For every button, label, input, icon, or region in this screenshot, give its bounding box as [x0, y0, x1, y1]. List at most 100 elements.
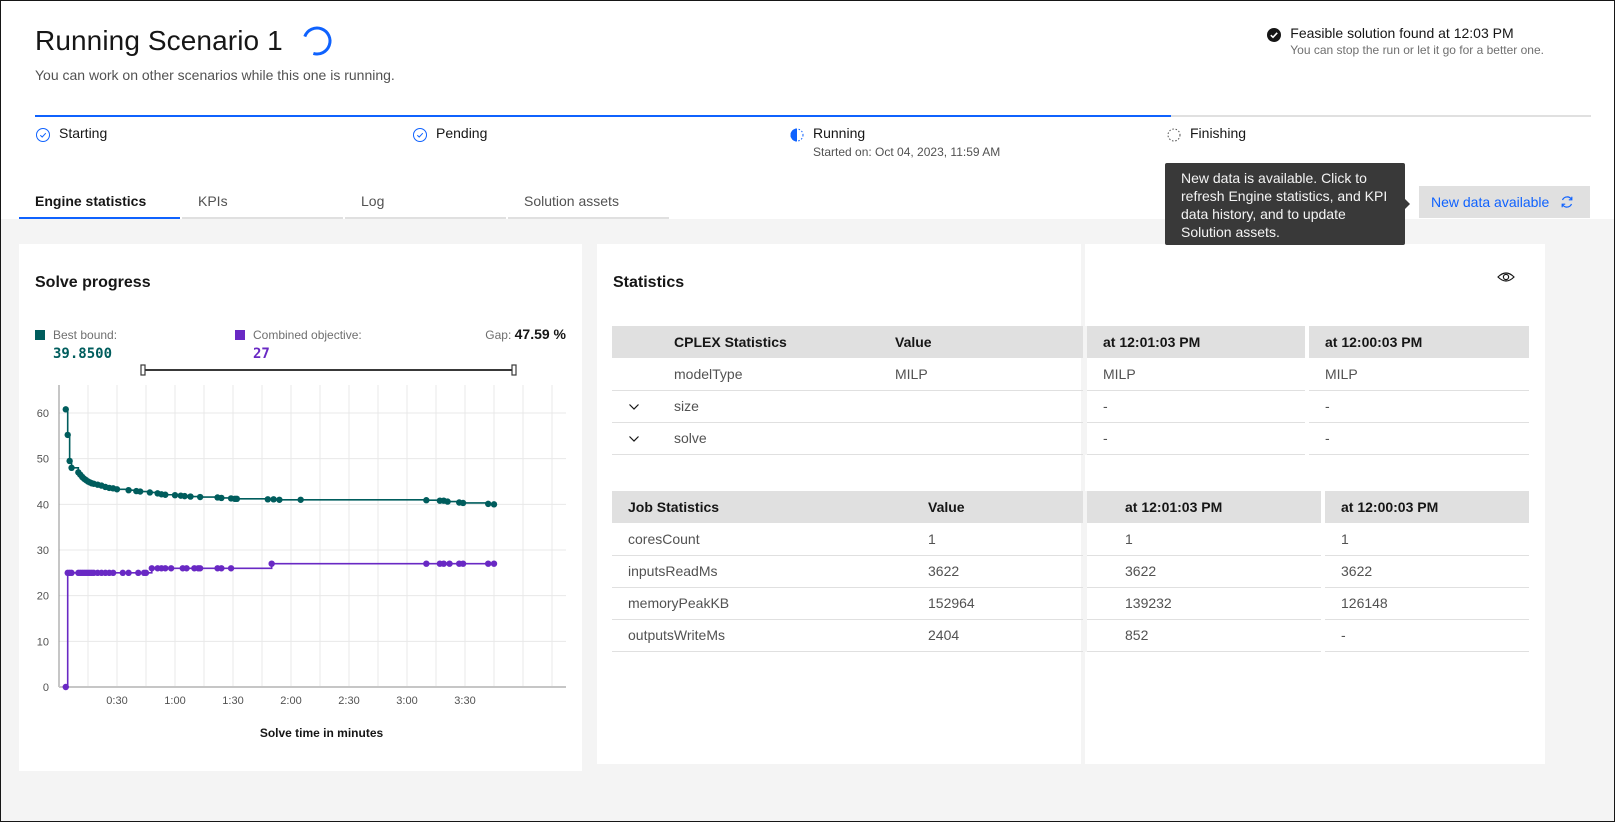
progress-step-starting: Starting [35, 125, 107, 143]
data-point-combined-objective [62, 683, 69, 691]
stat-name: memoryPeakKB [612, 587, 912, 620]
tab-log[interactable]: Log [345, 183, 506, 219]
table-row: outputsWriteMs 2404 852 - [612, 619, 1529, 652]
data-point-best-bound [444, 498, 451, 505]
data-point-combined-objective [196, 565, 204, 572]
data-point-best-bound [66, 457, 73, 465]
x-tick-label: 0:30 [106, 695, 127, 707]
stat-history-2: - [1305, 390, 1529, 423]
expand-cell[interactable] [612, 422, 658, 455]
expand-column-header [612, 326, 658, 358]
data-point-combined-objective [148, 565, 155, 572]
stat-history-2: 3622 [1321, 555, 1529, 588]
data-point-best-bound [270, 496, 277, 503]
stat-value [879, 390, 1085, 423]
statistics-title: Statistics [613, 274, 685, 291]
progress-track [35, 115, 1591, 117]
y-tick-label: 40 [37, 499, 49, 511]
step-label: Pending [436, 125, 488, 141]
data-point-best-bound [423, 497, 430, 504]
stat-history-2: - [1321, 619, 1529, 652]
y-tick-label: 60 [37, 408, 49, 420]
stat-history-2: 1 [1321, 523, 1529, 556]
stat-name: modelType [658, 358, 879, 391]
stat-history-1: 139232 [1083, 587, 1323, 620]
column-header: CPLEX Statistics [658, 326, 879, 358]
job-statistics-table: Job Statistics Value at 12:01:03 PM at 1… [612, 491, 1529, 652]
data-point-combined-objective [268, 560, 275, 567]
data-point-best-bound [459, 499, 467, 507]
column-header: Value [912, 491, 1085, 523]
tab-list: Engine statistics KPIs Log Solution asse… [19, 183, 671, 219]
expand-cell[interactable] [612, 390, 658, 423]
stat-value: 3622 [912, 555, 1085, 588]
incomplete-dashed-circle-icon [1167, 128, 1181, 142]
stat-history-1: 852 [1083, 619, 1323, 652]
table-row: inputsReadMs 3622 3622 3622 [612, 555, 1529, 588]
column-header: at 12:01:03 PM [1083, 326, 1307, 358]
stat-history-1: MILP [1083, 358, 1307, 391]
tab-solution-assets[interactable]: Solution assets [508, 183, 669, 219]
y-tick-label: 0 [43, 682, 49, 694]
stat-history-1: - [1083, 390, 1307, 423]
column-header: at 12:00:03 PM [1305, 326, 1529, 358]
data-point-combined-objective [423, 560, 430, 567]
solve-progress-chart: 0 10 20 30 40 50 60 0:30 1:00 1:30 2:00 2:30 3:00 3:3… [37, 364, 566, 740]
progress-step-finishing: Finishing [1166, 125, 1246, 143]
step-label: Starting [59, 125, 108, 141]
refresh-icon [1561, 196, 1573, 208]
column-header: at 12:01:03 PM [1083, 491, 1323, 523]
table-header-row: CPLEX Statistics Value at 12:01:03 PM at… [612, 326, 1529, 358]
new-data-tooltip: New data is available. Click to refresh … [1165, 163, 1410, 245]
notice-title: Feasible solution found at 12:03 PM [1290, 25, 1514, 41]
data-point-best-bound [196, 493, 204, 501]
stat-value: MILP [879, 358, 1085, 391]
stat-history-2: MILP [1305, 358, 1529, 391]
stat-value: 2404 [912, 619, 1085, 652]
cplex-statistics-table: CPLEX Statistics Value at 12:01:03 PM at… [612, 326, 1529, 455]
stat-name: size [658, 390, 879, 423]
x-tick-label: 1:00 [164, 695, 185, 707]
checkmark-outline-icon [36, 128, 50, 142]
page-subtitle: You can work on other scenarios while th… [35, 67, 395, 83]
step-label: Running [813, 125, 866, 141]
stat-history-1: - [1083, 422, 1307, 455]
new-data-available-button[interactable]: New data available [1419, 186, 1590, 218]
data-point-best-bound [264, 496, 271, 503]
table-row: modelType MILP MILP MILP [612, 358, 1529, 391]
stat-name: outputsWriteMs [612, 619, 912, 652]
data-point-best-bound [162, 491, 169, 498]
tab-kpis[interactable]: KPIs [182, 183, 343, 219]
data-point-combined-objective [167, 565, 175, 572]
table-row[interactable]: size - - [612, 390, 1529, 423]
y-tick-label: 20 [37, 591, 49, 603]
data-point-combined-objective [227, 565, 235, 572]
data-point-best-bound [68, 464, 75, 471]
y-tick-label: 50 [37, 454, 49, 466]
data-point-best-bound [218, 494, 225, 502]
feasible-solution-notice: Feasible solution found at 12:03 PM You … [1266, 25, 1544, 57]
view-icon[interactable] [1497, 270, 1515, 284]
table-row[interactable]: solve - - [612, 422, 1529, 455]
page-title: Running Scenario 1 [35, 25, 283, 56]
x-tick-label: 1:30 [222, 695, 243, 707]
zoom-bar-handle-right[interactable] [511, 364, 517, 376]
zoom-bar-handle-left[interactable] [140, 364, 146, 376]
data-point-best-bound [187, 493, 194, 500]
loading-spinner-icon [302, 26, 332, 56]
data-point-combined-objective [142, 569, 150, 577]
x-tick-label: 3:00 [396, 695, 417, 707]
chevron-down-icon[interactable] [628, 435, 640, 443]
data-point-combined-objective [125, 569, 132, 577]
title-row: Running Scenario 1 [35, 25, 333, 57]
stat-history-2: - [1305, 422, 1529, 455]
tab-engine-statistics[interactable]: Engine statistics [19, 183, 180, 219]
table-row: coresCount 1 1 1 [612, 523, 1529, 556]
data-point-combined-objective [440, 560, 447, 567]
notice-subtitle: You can stop the run or let it go for a … [1290, 43, 1544, 57]
chevron-down-icon[interactable] [628, 403, 640, 411]
data-point-combined-objective [109, 569, 117, 577]
y-tick-label: 30 [37, 545, 49, 557]
expand-cell [612, 358, 658, 391]
new-data-label: New data available [1431, 194, 1550, 210]
